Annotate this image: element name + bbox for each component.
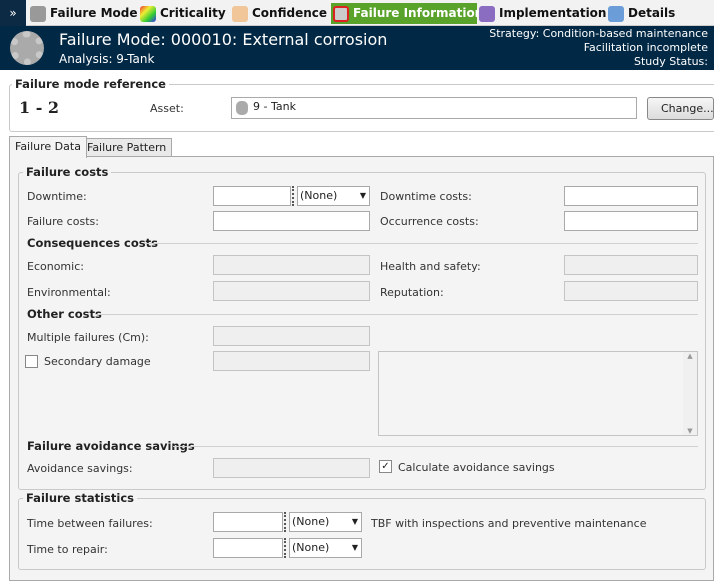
select-value: (None) <box>292 541 330 554</box>
failure-costs-input[interactable] <box>213 211 370 231</box>
asset-value: 9 - Tank <box>253 100 296 113</box>
multiple-failures-label: Multiple failures (Cm): <box>27 331 149 344</box>
calculate-avoidance-checkbox[interactable]: ✓ <box>379 460 392 473</box>
tab-failure-data[interactable]: Failure Data <box>9 136 87 158</box>
economic-input <box>213 255 370 275</box>
secondary-damage-notes[interactable]: ▲ ▼ <box>378 351 698 436</box>
secondary-damage-label: Secondary damage <box>44 355 151 368</box>
scroll-down-icon[interactable]: ▼ <box>683 427 697 435</box>
occurrence-costs-label: Occurrence costs: <box>380 215 479 228</box>
avoidance-savings-label: Avoidance savings: <box>27 462 133 475</box>
select-value: (None) <box>292 515 330 528</box>
thumbs-up-icon <box>232 6 248 22</box>
ttr-label: Time to repair: <box>27 543 108 556</box>
dropdown-arrow-icon: ▼ <box>359 191 366 200</box>
scroll-up-icon[interactable]: ▲ <box>683 352 697 360</box>
tbf-unit-select[interactable]: (None) ▼ <box>289 512 362 532</box>
downtime-input[interactable] <box>213 186 291 206</box>
tab-failure-mode[interactable]: Failure Mode <box>28 3 138 24</box>
implementation-icon <box>479 6 495 22</box>
consequences-costs-heading: Consequences costs <box>27 236 158 250</box>
facilitation-status: Facilitation incomplete <box>583 41 708 54</box>
drag-handle[interactable] <box>284 512 286 532</box>
tab-label: Implementation <box>499 6 607 20</box>
group-label: Failure mode reference <box>12 77 169 91</box>
tab-label: Failure Information <box>353 6 484 20</box>
dropdown-arrow-icon: ▼ <box>351 517 358 526</box>
multiple-failures-input <box>213 326 370 346</box>
failure-mode-number: 1 - 2 <box>19 98 60 117</box>
tab-label: Confidence <box>252 6 328 20</box>
tab-implementation[interactable]: Implementation <box>477 3 606 24</box>
failure-statistics-group <box>18 498 706 570</box>
gear-icon <box>10 31 44 65</box>
ttr-unit-select[interactable]: (None) ▼ <box>289 538 362 558</box>
study-status: Study Status: <box>633 55 708 68</box>
tab-criticality[interactable]: Criticality <box>138 3 226 24</box>
ttr-input[interactable] <box>213 538 283 558</box>
downtime-unit-select[interactable]: (None) ▼ <box>297 186 370 206</box>
tab-label: Criticality <box>160 6 226 20</box>
occurrence-costs-input[interactable] <box>564 211 698 231</box>
avoidance-savings-heading: Failure avoidance savings <box>27 439 195 453</box>
header: Failure Mode: 000010: External corrosion… <box>0 26 714 70</box>
reputation-label: Reputation: <box>380 286 444 299</box>
tab-confidence[interactable]: Confidence <box>230 3 327 24</box>
change-button[interactable]: Change... <box>647 97 714 120</box>
drag-handle[interactable] <box>284 538 286 558</box>
divider <box>145 243 698 244</box>
divider <box>173 446 698 447</box>
tab-failure-pattern[interactable]: Failure Pattern <box>81 138 173 157</box>
scrollbar[interactable]: ▲ ▼ <box>683 352 697 435</box>
secondary-damage-checkbox[interactable] <box>25 355 38 368</box>
tab-failure-information[interactable]: Failure Information <box>331 3 483 24</box>
group-label: Failure statistics <box>23 491 137 505</box>
asset-label: Asset: <box>150 102 184 115</box>
downtime-label: Downtime: <box>27 190 87 203</box>
failure-information-icon <box>333 6 349 22</box>
tbf-input[interactable] <box>213 512 283 532</box>
select-value: (None) <box>300 189 338 202</box>
avoidance-savings-input <box>213 458 370 478</box>
module-toolbar: » Failure Mode Criticality Confidence Fa… <box>0 0 714 26</box>
database-icon <box>236 101 248 115</box>
collapse-button[interactable]: » <box>0 0 26 26</box>
health-safety-input <box>564 255 698 275</box>
economic-label: Economic: <box>27 260 84 273</box>
page-title: Failure Mode: 000010: External corrosion <box>59 30 388 49</box>
tab-label: Details <box>628 6 676 20</box>
environmental-input <box>213 281 370 301</box>
drag-handle[interactable] <box>292 186 294 206</box>
tbf-note: TBF with inspections and preventive main… <box>371 517 647 530</box>
tbf-label: Time between failures: <box>27 517 153 530</box>
asset-field[interactable]: 9 - Tank <box>231 97 637 119</box>
failure-mode-icon <box>30 6 46 22</box>
divider <box>96 314 698 315</box>
reputation-input <box>564 281 698 301</box>
group-label: Failure costs <box>23 165 112 179</box>
tab-label: Failure Mode <box>50 6 138 20</box>
strategy-label: Strategy: Condition-based maintenance <box>489 27 708 40</box>
calculate-avoidance-label: Calculate avoidance savings <box>398 461 555 474</box>
other-costs-heading: Other costs <box>27 307 102 321</box>
failure-costs-label: Failure costs: <box>27 215 99 228</box>
downtime-costs-input[interactable] <box>564 186 698 206</box>
analysis-label: Analysis: 9-Tank <box>59 52 155 66</box>
tab-details[interactable]: Details <box>606 3 676 24</box>
criticality-icon <box>140 6 156 22</box>
secondary-damage-input <box>213 351 370 371</box>
environmental-label: Environmental: <box>27 286 111 299</box>
dropdown-arrow-icon: ▼ <box>351 543 358 552</box>
health-safety-label: Health and safety: <box>380 260 481 273</box>
downtime-costs-label: Downtime costs: <box>380 190 472 203</box>
details-icon <box>608 6 624 22</box>
